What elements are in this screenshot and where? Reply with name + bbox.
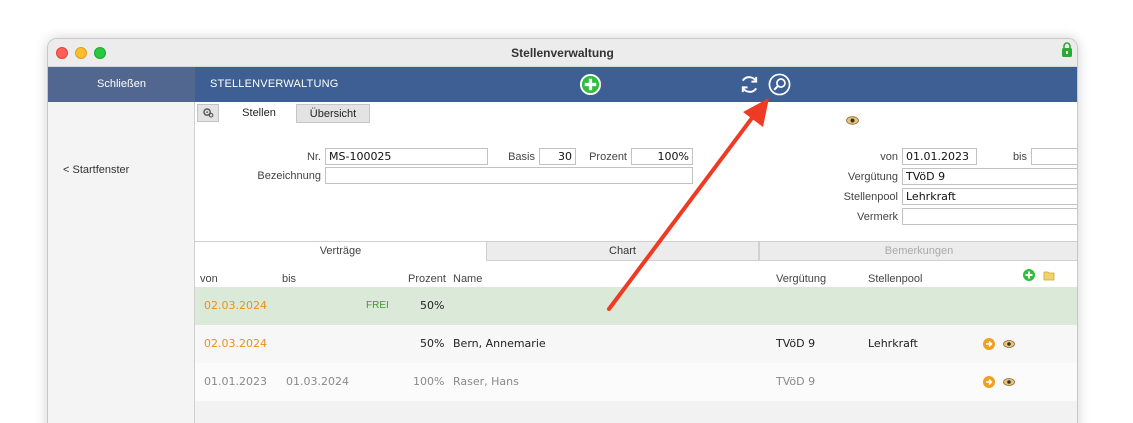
col-header-stellenpool: Stellenpool	[868, 273, 923, 285]
basis-field[interactable]: 30	[539, 148, 576, 165]
window-title: Stellenverwaltung	[511, 46, 614, 60]
lock-icon	[1062, 42, 1072, 57]
table-empty-area	[195, 401, 1077, 423]
row-prozent: 50%	[420, 337, 445, 350]
eye-icon[interactable]	[1003, 340, 1015, 348]
prozent-field[interactable]: 100%	[631, 148, 693, 165]
col-header-prozent: Prozent	[408, 273, 446, 285]
row-prozent: 100%	[413, 375, 445, 388]
basis-label: Basis	[508, 151, 535, 163]
tab-stellen[interactable]: Stellen	[225, 104, 293, 123]
row-bis: 01.03.2024	[286, 375, 349, 388]
stellenpool-label: Stellenpool	[843, 191, 898, 203]
row-von: 02.03.2024	[204, 337, 267, 350]
app-window: Stellenverwaltung Schließen STELLENVERWA…	[47, 38, 1078, 423]
bezeichnung-field[interactable]	[325, 167, 693, 184]
add-contract-icon[interactable]	[1023, 269, 1035, 281]
von-label: von	[880, 151, 898, 163]
gear-icon	[203, 108, 214, 118]
status-badge: FREI	[366, 300, 389, 311]
go-arrow-icon[interactable]	[983, 338, 995, 350]
tab-vertraege[interactable]: Verträge	[195, 241, 486, 261]
module-title: STELLENVERWALTUNG	[210, 78, 339, 90]
von-field[interactable]: 01.01.2023	[902, 148, 977, 165]
table-row[interactable]: 01.01.2023 01.03.2024 100% Raser, Hans T…	[195, 363, 1077, 401]
vermerk-field[interactable]	[902, 208, 1077, 225]
gear-button[interactable]	[197, 104, 219, 122]
prozent-label: Prozent	[589, 151, 627, 163]
title-bar: Stellenverwaltung	[48, 39, 1077, 67]
row-prozent: 50%	[420, 299, 445, 312]
toolbar: Schließen STELLENVERWALTUNG	[48, 67, 1077, 102]
tab-uebersicht[interactable]: Übersicht	[296, 104, 370, 123]
bezeichnung-label: Bezeichnung	[257, 170, 321, 182]
bis-label: bis	[1012, 151, 1027, 163]
close-button[interactable]: Schließen	[48, 67, 195, 102]
tab-bemerkungen[interactable]: Bemerkungen	[759, 241, 1077, 261]
refresh-icon[interactable]	[738, 73, 761, 96]
eye-icon[interactable]	[846, 116, 859, 125]
nr-label: Nr.	[306, 151, 321, 163]
row-name: Raser, Hans	[453, 375, 519, 388]
eye-icon[interactable]	[1003, 378, 1015, 386]
folder-icon[interactable]	[1043, 269, 1055, 281]
col-header-von: von	[200, 273, 218, 285]
col-header-bis: bis	[282, 273, 297, 285]
col-header-name: Name	[453, 273, 483, 285]
sidebar: < Startfenster	[48, 102, 195, 423]
row-von: 01.01.2023	[204, 375, 267, 388]
row-name: Bern, Annemarie	[453, 337, 546, 350]
table-row[interactable]: 02.03.2024 FREI 50%	[195, 287, 1077, 325]
back-to-start-link[interactable]: < Startfenster	[63, 164, 129, 176]
verguetung-field[interactable]: TVöD 9	[902, 168, 1077, 185]
row-von: 02.03.2024	[204, 299, 267, 312]
vermerk-label: Vermerk	[857, 211, 898, 223]
main-content: Stellen Übersicht Nr. MS-100025 Basis 30…	[195, 102, 1077, 423]
row-stellenpool: Lehrkraft	[868, 337, 918, 350]
col-header-verguetung: Vergütung	[776, 273, 827, 285]
contract-subtabs: Verträge Chart Bemerkungen	[195, 241, 1077, 261]
bis-field[interactable]	[1031, 148, 1077, 165]
add-icon[interactable]	[579, 73, 602, 96]
search-icon[interactable]	[768, 73, 791, 96]
row-verguetung: TVöD 9	[776, 337, 816, 350]
tab-chart[interactable]: Chart	[486, 241, 759, 261]
go-arrow-icon[interactable]	[983, 376, 995, 388]
table-row[interactable]: 02.03.2024 50% Bern, Annemarie TVöD 9 Le…	[195, 325, 1077, 363]
stellenpool-field[interactable]: Lehrkraft	[902, 188, 1077, 205]
row-verguetung: TVöD 9	[776, 375, 816, 388]
verguetung-label: Vergütung	[847, 171, 898, 183]
nr-field[interactable]: MS-100025	[325, 148, 488, 165]
